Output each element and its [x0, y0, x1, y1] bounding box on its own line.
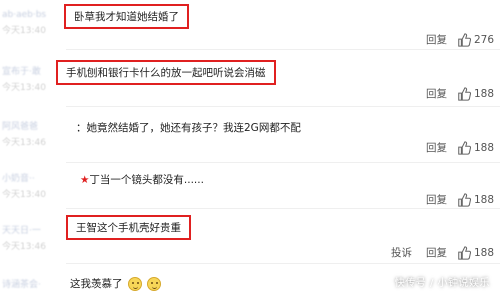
comment-text: 王智这个手机壳好贵重 — [66, 215, 191, 240]
comment-meta: 诗涵茶会· — [2, 277, 64, 290]
comment-item: 小奶音·· 今天13:40 ★丁当一个镜头都没有...... 回复 188 — [0, 163, 500, 209]
username-link[interactable]: 阿风爸爸 — [2, 119, 64, 132]
comment-time: 今天13:40 — [2, 190, 46, 200]
username-link[interactable]: 天天日·一 — [2, 223, 64, 236]
comment-text: 卧草我才知道她结婚了 — [64, 4, 189, 29]
like-button[interactable]: 188 — [457, 192, 494, 207]
comment-item: 天天日·一 今天13:46 王智这个手机壳好贵重 投诉 回复 188 — [0, 209, 500, 264]
comment-item: 阿风爸爸 今天13:46 ：她竟然结婚了，她还有孩子？我连2G网都不配 回复 1… — [0, 107, 500, 163]
comment-text: ：她竟然结婚了，她还有孩子？我连2G网都不配 — [76, 122, 301, 134]
comment-item: 宣布于·敢 今天13:40 手机刨和银行卡什么的放一起吧听说会消磁 回复 188 — [0, 50, 500, 107]
like-button[interactable]: 188 — [457, 86, 494, 101]
like-button[interactable]: 276 — [457, 32, 494, 47]
comment-actions: 回复 188 — [412, 86, 494, 101]
like-button[interactable]: 188 — [457, 245, 494, 260]
watermark: 快传号 / 小钟说娱乐 — [394, 278, 490, 289]
comment-time: 今天13:46 — [2, 138, 46, 148]
comment-actions: 回复 188 — [412, 192, 494, 207]
comment-time: 今天13:40 — [2, 26, 46, 36]
like-count: 188 — [473, 246, 494, 259]
blush-emoji-icon — [147, 277, 162, 291]
thumbs-up-icon — [458, 192, 471, 207]
like-button[interactable]: 188 — [457, 140, 494, 155]
like-count: 188 — [473, 141, 494, 154]
comment-actions: 投诉 回复 188 — [377, 245, 494, 260]
thumbs-up-icon — [458, 245, 471, 260]
comment-meta: 宣布于·敢 今天13:40 — [2, 64, 64, 93]
like-count: 276 — [473, 33, 494, 46]
comment-time: 今天13:40 — [2, 83, 46, 93]
comment-actions: 回复 276 — [412, 32, 494, 47]
comment-item: ab·aeb·bs 今天13:40 卧草我才知道她结婚了 回复 276 — [0, 0, 500, 50]
comment-body: 丁当一个镜头都没有...... — [89, 174, 204, 186]
comment-body: 这我羡慕了 — [70, 278, 123, 290]
comment-text: ★丁当一个镜头都没有...... — [80, 172, 204, 187]
comment-actions: 回复 188 — [412, 140, 494, 155]
comment-meta: 小奶音·· 今天13:40 — [2, 171, 64, 200]
like-count: 188 — [473, 87, 494, 100]
comment-meta: ab·aeb·bs 今天13:40 — [2, 10, 64, 36]
username-link[interactable]: ab·aeb·bs — [2, 10, 64, 20]
comment-time: 今天13:46 — [2, 242, 46, 252]
comment-text: 手机刨和银行卡什么的放一起吧听说会消磁 — [56, 60, 276, 85]
blush-emoji-icon — [127, 277, 142, 291]
divider — [66, 263, 500, 264]
like-count: 188 — [473, 193, 494, 206]
username-link[interactable]: 诗涵茶会· — [2, 277, 64, 290]
reply-button[interactable]: 回复 — [426, 140, 447, 155]
reply-button[interactable]: 回复 — [426, 32, 447, 47]
username-link[interactable]: 宣布于·敢 — [2, 64, 64, 77]
reply-button[interactable]: 回复 — [426, 192, 447, 207]
comment-meta: 阿风爸爸 今天13:46 — [2, 119, 64, 148]
report-button[interactable]: 投诉 — [391, 245, 412, 260]
thumbs-up-icon — [458, 86, 471, 101]
thumbs-up-icon — [458, 140, 471, 155]
reply-button[interactable]: 回复 — [426, 245, 447, 260]
username-link[interactable]: 小奶音·· — [2, 171, 64, 184]
comment-text: 这我羡慕了 — [70, 276, 162, 291]
thumbs-up-icon — [458, 32, 471, 47]
comment-meta: 天天日·一 今天13:46 — [2, 223, 64, 252]
reply-button[interactable]: 回复 — [426, 86, 447, 101]
star-icon: ★ — [80, 174, 90, 186]
